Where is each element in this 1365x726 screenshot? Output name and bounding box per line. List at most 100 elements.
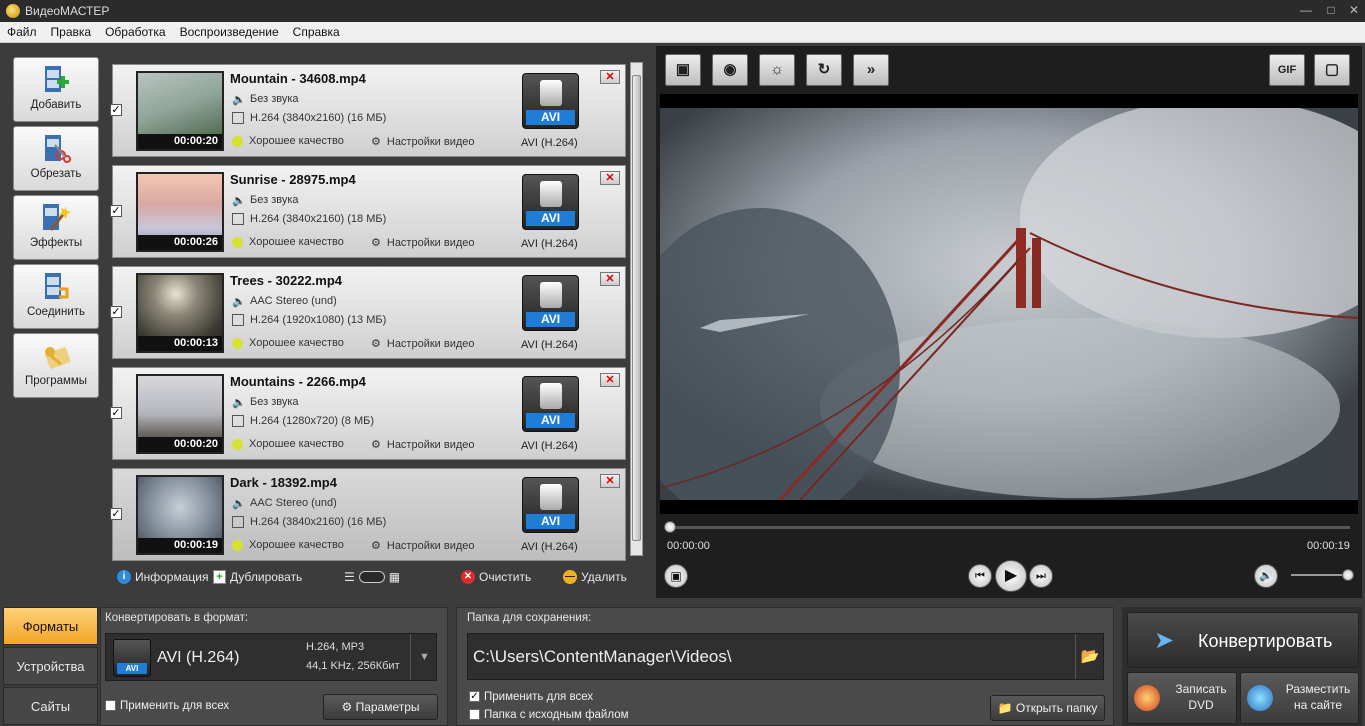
video-row: H.264 (1920x1080) (13 МБ) <box>232 314 386 326</box>
seek-handle[interactable] <box>664 521 676 533</box>
menu-edit[interactable]: Правка <box>44 25 99 39</box>
volume-handle[interactable] <box>1342 569 1354 581</box>
minimize-icon[interactable]: — <box>1297 2 1315 18</box>
clear-button[interactable]: ✕ Очистить <box>461 570 531 584</box>
menu-file[interactable]: Файл <box>0 25 44 39</box>
format-select[interactable]: AVI AVI (H.264) H.264, MP3 44,1 KHz, 256… <box>105 633 437 681</box>
seek-bar[interactable] <box>670 526 1350 529</box>
fullscreen-icon[interactable]: ▢ <box>1314 54 1350 86</box>
quality-row[interactable]: Хорошее качество <box>232 236 344 248</box>
brightness-icon[interactable]: ☼ <box>759 54 795 86</box>
quality-row[interactable]: Хорошее качество <box>232 539 344 551</box>
scrollbar-thumb[interactable] <box>632 75 641 541</box>
volume-icon[interactable]: 🔊 <box>1254 564 1278 588</box>
tab-devices[interactable]: Устройства <box>3 647 98 685</box>
effects-button[interactable]: Эффекты <box>13 195 99 260</box>
quality-row[interactable]: Хорошее качество <box>232 438 344 450</box>
duration: 00:00:20 <box>138 437 222 452</box>
toggle-switch[interactable] <box>358 571 385 583</box>
file-checkbox[interactable]: ✓ <box>110 508 122 520</box>
file-checkbox[interactable]: ✓ <box>110 205 122 217</box>
remove-icon[interactable]: ✕ <box>600 474 620 488</box>
video-viewport[interactable] <box>660 94 1358 514</box>
file-list-scrollbar[interactable] <box>630 62 643 556</box>
add-button[interactable]: Добавить <box>13 57 99 122</box>
convert-arrow-icon: ➤ <box>1154 627 1175 654</box>
format-text: AVI (H.264) <box>521 440 578 452</box>
folder-browse-icon[interactable]: 📂 <box>1075 634 1104 679</box>
play-icon[interactable]: ▶ <box>995 560 1027 592</box>
quality-row[interactable]: Хорошее качество <box>232 337 344 349</box>
apply-all-checkbox[interactable]: Применить для всех <box>105 700 229 712</box>
menu-playback[interactable]: Воспроизведение <box>173 25 286 39</box>
video-settings-link[interactable]: ⚙ Настройки видео <box>371 135 475 149</box>
source-folder-checkbox[interactable]: Папка с исходным файлом <box>469 709 629 721</box>
menu-processing[interactable]: Обработка <box>98 25 173 39</box>
quality-row[interactable]: Хорошее качество <box>232 135 344 147</box>
video-settings-link[interactable]: ⚙ Настройки видео <box>371 236 475 250</box>
speed-icon[interactable]: » <box>853 54 889 86</box>
watermark-icon[interactable]: ◉ <box>712 54 748 86</box>
video-row: H.264 (1280x720) (8 МБ) <box>232 415 374 427</box>
maximize-icon[interactable]: □ <box>1322 2 1340 18</box>
format-badge[interactable]: AVI <box>522 477 579 533</box>
folder-path-field[interactable]: C:\Users\ContentManager\Videos\ 📂 <box>467 633 1104 680</box>
format-badge[interactable]: AVI <box>522 275 579 331</box>
duplicate-label: Дублировать <box>230 570 303 584</box>
file-checkbox[interactable]: ✓ <box>110 104 122 116</box>
file-checkbox[interactable]: ✓ <box>110 306 122 318</box>
parameters-button[interactable]: ⚙ Параметры <box>323 694 438 720</box>
checkbox-unchecked[interactable] <box>105 700 116 712</box>
programs-button[interactable]: Программы <box>13 333 99 398</box>
file-item[interactable]: ✓ 00:00:20 Mountains - 2266.mp4 🔈 Без зву… <box>110 367 626 460</box>
view-toggle[interactable]: ☰ ▦ <box>344 570 400 584</box>
close-icon[interactable]: ✕ <box>1345 2 1363 18</box>
video-settings-link[interactable]: ⚙ Настройки видео <box>371 539 475 553</box>
crop-icon[interactable]: ▣ <box>665 54 701 86</box>
info-button[interactable]: i Информация <box>117 570 208 584</box>
grid-view-icon: ▦ <box>388 570 401 584</box>
duplicate-button[interactable]: + Дублировать <box>213 570 302 584</box>
remove-icon[interactable]: ✕ <box>600 272 620 286</box>
publish-web-button[interactable]: Разместить на сайте <box>1240 672 1359 724</box>
format-badge[interactable]: AVI <box>522 376 579 432</box>
checkbox-unchecked[interactable] <box>469 709 480 721</box>
file-item[interactable]: ✓ 00:00:13 Trees - 30222.mp4 🔈 AAC Stereo… <box>110 266 626 359</box>
video-settings-link[interactable]: ⚙ Настройки видео <box>371 337 475 351</box>
format-text: AVI (H.264) <box>521 541 578 553</box>
remove-icon[interactable]: ✕ <box>600 373 620 387</box>
sun-icon <box>232 438 243 450</box>
rotate-icon[interactable]: ↻ <box>806 54 842 86</box>
remove-icon[interactable]: ✕ <box>600 171 620 185</box>
snapshot-icon[interactable]: ▣ <box>664 564 688 588</box>
checkbox-checked[interactable]: ✓ <box>469 691 480 703</box>
prev-icon[interactable]: ⏮ <box>968 564 992 588</box>
tab-formats[interactable]: Форматы <box>3 607 98 645</box>
format-panel: Конвертировать в формат: AVI AVI (H.264)… <box>100 607 448 726</box>
file-item[interactable]: ✓ 00:00:19 Dark - 18392.mp4 🔈 AAC Stereo … <box>110 468 626 561</box>
tab-sites[interactable]: Сайты <box>3 687 98 725</box>
open-folder-button[interactable]: 📁 Открыть папку <box>990 695 1105 721</box>
chevron-down-icon[interactable]: ▼ <box>410 634 438 680</box>
join-button[interactable]: Соединить <box>13 264 99 329</box>
file-checkbox[interactable]: ✓ <box>110 407 122 419</box>
gif-button[interactable]: GIF <box>1269 54 1305 86</box>
file-item[interactable]: ✓ 00:00:26 Sunrise - 28975.mp4 🔈 Без звук… <box>110 165 626 258</box>
trim-button[interactable]: Обрезать <box>13 126 99 191</box>
settings-label: Настройки видео <box>386 337 475 350</box>
menu-help[interactable]: Справка <box>286 25 347 39</box>
convert-button[interactable]: ➤ Конвертировать <box>1127 612 1359 668</box>
file-item[interactable]: ✓ 00:00:20 Mountain - 34608.mp4 🔈 Без зву… <box>110 64 626 157</box>
format-badge[interactable]: AVI <box>522 73 579 129</box>
format-badge-label: AVI <box>526 514 575 529</box>
burn-dvd-button[interactable]: Записать DVD <box>1127 672 1237 724</box>
apply-all-folder-checkbox[interactable]: ✓ Применить для всех <box>469 691 593 703</box>
remove-icon[interactable]: ✕ <box>600 70 620 84</box>
convert-label: Конвертировать <box>1198 631 1333 651</box>
dvd-label-line1: Записать <box>1175 682 1227 696</box>
delete-button[interactable]: — Удалить <box>563 570 627 584</box>
camera-icon <box>540 383 562 409</box>
next-icon[interactable]: ⏭ <box>1029 564 1053 588</box>
format-badge[interactable]: AVI <box>522 174 579 230</box>
video-settings-link[interactable]: ⚙ Настройки видео <box>371 438 475 452</box>
